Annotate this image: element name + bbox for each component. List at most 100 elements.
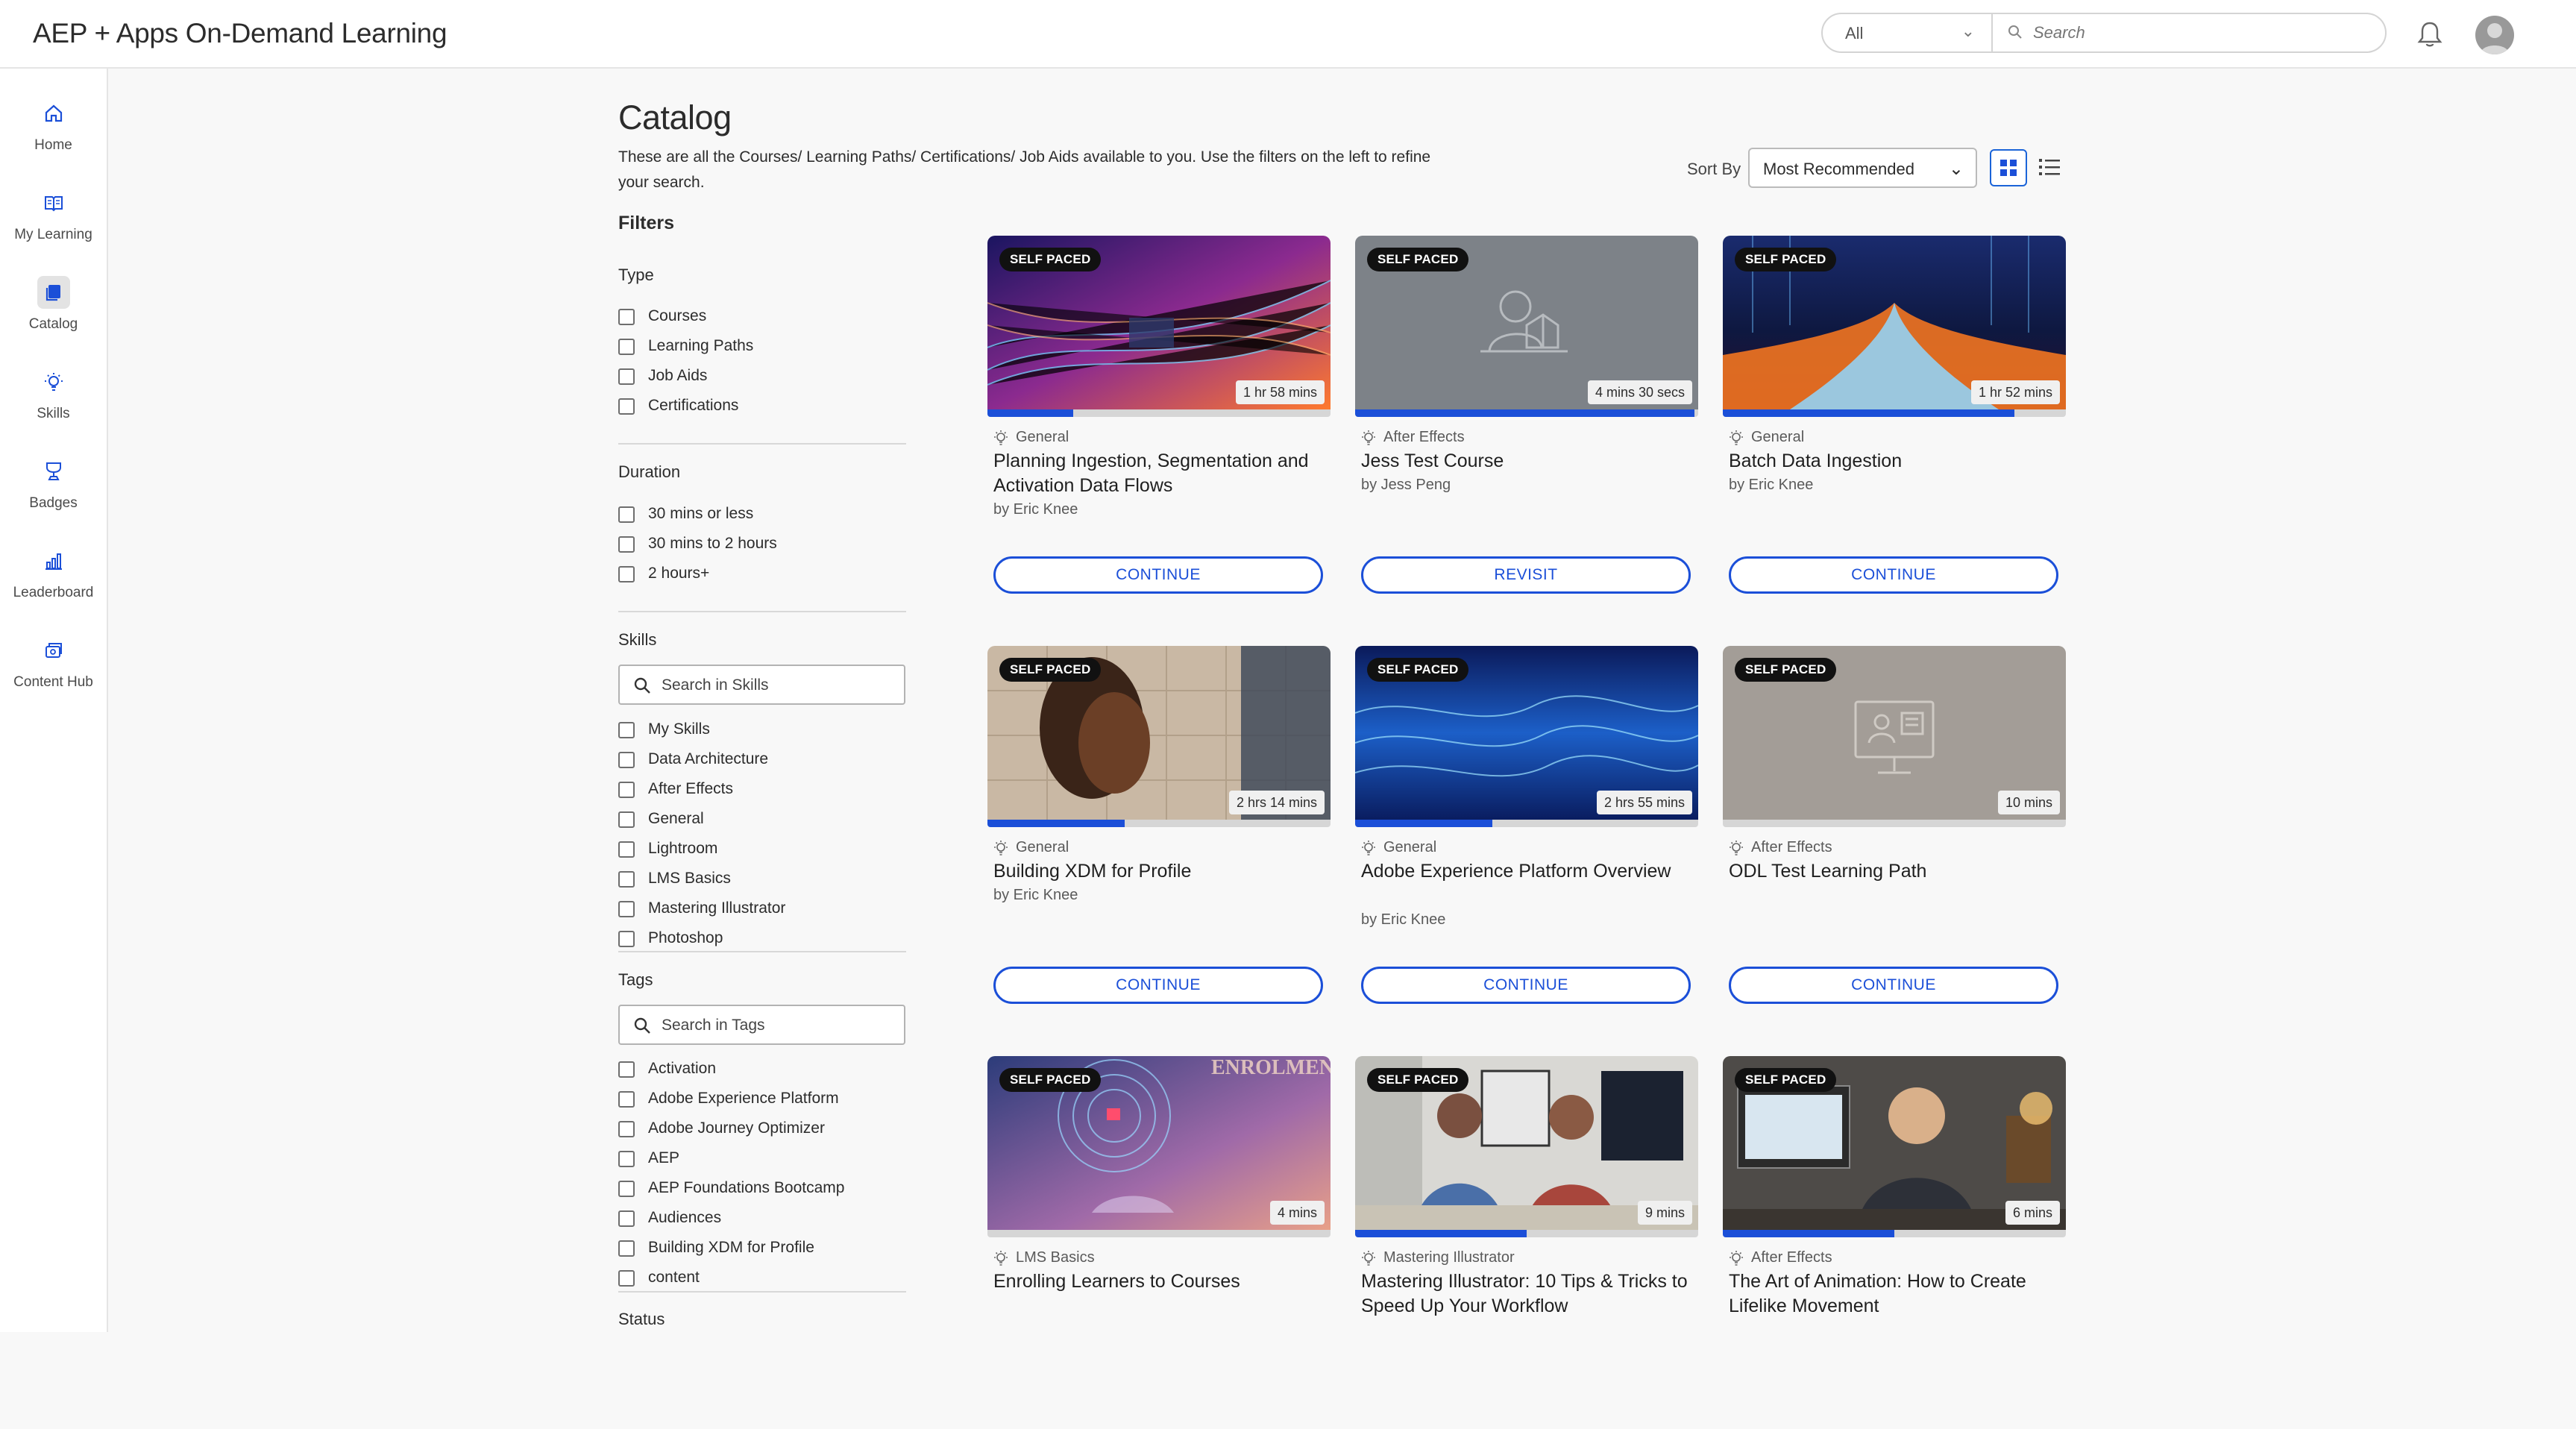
checkbox[interactable]: [618, 566, 635, 582]
tags-search-input[interactable]: [660, 1012, 887, 1039]
course-thumbnail[interactable]: SELF PACED 2 hrs 55 mins: [1355, 646, 1698, 820]
notification-bell-icon[interactable]: [2416, 19, 2443, 49]
course-title[interactable]: Building XDM for Profile: [993, 859, 1322, 884]
filter-option-label: Adobe Journey Optimizer: [648, 1119, 825, 1137]
checkbox[interactable]: [618, 1181, 635, 1197]
nav-item-badges[interactable]: Badges: [0, 447, 107, 530]
course-card[interactable]: SELF PACED 9 mins Mastering Illustrator Mas…: [1355, 1056, 1698, 1429]
course-title[interactable]: Planning Ingestion, Segmentation and Act…: [993, 449, 1322, 498]
course-thumbnail[interactable]: SELF PACED 10 mins: [1723, 646, 2066, 820]
checkbox[interactable]: [618, 1151, 635, 1167]
checkbox[interactable]: [618, 871, 635, 888]
grid-view-button[interactable]: [1990, 149, 2027, 186]
progress-bar: [1723, 820, 2066, 827]
course-card[interactable]: SELF PACED 2 hrs 14 mins General Building X…: [987, 646, 1331, 1019]
course-title[interactable]: Adobe Experience Platform Overview: [1361, 859, 1689, 884]
nav-item-leaderboard[interactable]: Leaderboard: [0, 537, 107, 619]
course-thumbnail[interactable]: SELF PACED 6 mins: [1723, 1056, 2066, 1230]
nav-item-skills[interactable]: Skills: [0, 358, 107, 440]
checkbox[interactable]: [618, 1091, 635, 1108]
list-view-button[interactable]: [2035, 152, 2064, 182]
self-paced-badge: SELF PACED: [1735, 658, 1837, 682]
nav-item-my-learning[interactable]: My Learning: [0, 179, 107, 261]
filter-option-label: Adobe Experience Platform: [648, 1090, 839, 1107]
course-thumbnail[interactable]: SELF PACED 1 hr 52 mins: [1723, 236, 2066, 409]
card-action-button[interactable]: CONTINUE: [993, 967, 1323, 1004]
course-thumbnail[interactable]: SELF PACED 4 mins 30 secs: [1355, 236, 1698, 409]
course-card[interactable]: SELF PACED 1 hr 58 mins General Planning In…: [987, 236, 1331, 609]
sort-select[interactable]: Most Recommended ⌄: [1748, 148, 1977, 188]
checkbox[interactable]: [618, 339, 635, 355]
skills-search-field[interactable]: [618, 665, 905, 705]
checkbox[interactable]: [618, 506, 635, 523]
checkbox[interactable]: [618, 1270, 635, 1287]
self-paced-badge: SELF PACED: [1367, 248, 1469, 271]
card-action-button[interactable]: CONTINUE: [993, 556, 1323, 594]
lightbulb-icon: [994, 841, 1008, 855]
course-title[interactable]: Batch Data Ingestion: [1729, 449, 2057, 474]
course-card[interactable]: SELF PACED 2 hrs 55 mins General Adobe Expe…: [1355, 646, 1698, 1019]
skill-label: General: [1016, 429, 1069, 445]
course-title[interactable]: The Art of Animation: How to Create Life…: [1729, 1269, 2057, 1319]
checkbox[interactable]: [618, 1240, 635, 1257]
skills-search-input[interactable]: [660, 672, 887, 699]
nav-item-content-hub[interactable]: Content Hub: [0, 626, 107, 709]
nav-item-home[interactable]: Home: [0, 89, 107, 172]
course-title[interactable]: Mastering Illustrator: 10 Tips & Tricks …: [1361, 1269, 1689, 1319]
course-card[interactable]: SELF PACED 6 mins After Effects The Art of …: [1723, 1056, 2066, 1429]
card-action-button[interactable]: REVISIT: [1361, 556, 1691, 594]
progress-bar: [1355, 409, 1698, 417]
course-thumbnail[interactable]: ENROLMENT SELF PACED 4 mins: [987, 1056, 1331, 1230]
course-card[interactable]: ENROLMENT SELF PACED 4 mins LMS Basics Enrol…: [987, 1056, 1331, 1429]
checkbox[interactable]: [618, 931, 635, 947]
tags-search-field[interactable]: [618, 1005, 905, 1045]
filter-group-duration-title: Duration: [618, 462, 681, 481]
checkbox[interactable]: [618, 536, 635, 553]
search-input[interactable]: [2032, 17, 2363, 48]
filter-option-label: Certifications: [648, 397, 739, 414]
card-action-button[interactable]: CONTINUE: [1361, 967, 1691, 1004]
user-avatar[interactable]: [2475, 16, 2514, 54]
card-action-button[interactable]: CONTINUE: [1729, 556, 2058, 594]
content-hub-icon: [37, 634, 70, 667]
checkbox[interactable]: [618, 368, 635, 385]
checkbox[interactable]: [618, 722, 635, 738]
card-action-button[interactable]: CONTINUE: [1729, 967, 2058, 1004]
checkbox[interactable]: [618, 309, 635, 325]
course-title[interactable]: Jess Test Course: [1361, 449, 1689, 474]
search-scope-select[interactable]: All ⌄: [1823, 14, 1993, 51]
app-title[interactable]: AEP + Apps On-Demand Learning: [33, 18, 447, 49]
checkbox[interactable]: [618, 752, 635, 768]
checkbox[interactable]: [618, 901, 635, 917]
checkbox[interactable]: [618, 782, 635, 798]
progress-fill: [987, 820, 1125, 827]
checkbox[interactable]: [618, 1061, 635, 1078]
course-thumbnail[interactable]: SELF PACED 1 hr 58 mins: [987, 236, 1331, 409]
course-card[interactable]: SELF PACED 10 mins After Effects ODL Test L…: [1723, 646, 2066, 1019]
skill-label: LMS Basics: [1016, 1249, 1095, 1266]
filter-option-label: Data Architecture: [648, 750, 769, 767]
progress-bar: [1723, 1230, 2066, 1237]
skill-label: General: [1383, 839, 1437, 855]
course-title[interactable]: ODL Test Learning Path: [1729, 859, 2057, 884]
filter-divider: [618, 951, 906, 952]
course-author: by Eric Knee: [993, 887, 1078, 903]
lightbulb-icon: [1730, 841, 1743, 855]
nav-item-catalog[interactable]: Catalog: [0, 268, 107, 351]
course-card[interactable]: SELF PACED 4 mins 30 secs After Effects Jes…: [1355, 236, 1698, 609]
duration-label: 4 mins 30 secs: [1587, 380, 1692, 404]
checkbox[interactable]: [618, 811, 635, 828]
skill-label: General: [1016, 839, 1069, 855]
checkbox[interactable]: [618, 1121, 635, 1137]
course-title[interactable]: Enrolling Learners to Courses: [993, 1269, 1322, 1294]
course-card[interactable]: SELF PACED 1 hr 52 mins General Batch Data …: [1723, 236, 2066, 609]
course-thumbnail[interactable]: SELF PACED 9 mins: [1355, 1056, 1698, 1230]
checkbox[interactable]: [618, 841, 635, 858]
lightbulb-icon: [1362, 430, 1375, 445]
duration-label: 2 hrs 55 mins: [1596, 791, 1692, 814]
checkbox[interactable]: [618, 398, 635, 415]
search-icon: [634, 677, 650, 694]
duration-label: 1 hr 52 mins: [1970, 380, 2060, 404]
course-thumbnail[interactable]: SELF PACED 2 hrs 14 mins: [987, 646, 1331, 820]
checkbox[interactable]: [618, 1210, 635, 1227]
